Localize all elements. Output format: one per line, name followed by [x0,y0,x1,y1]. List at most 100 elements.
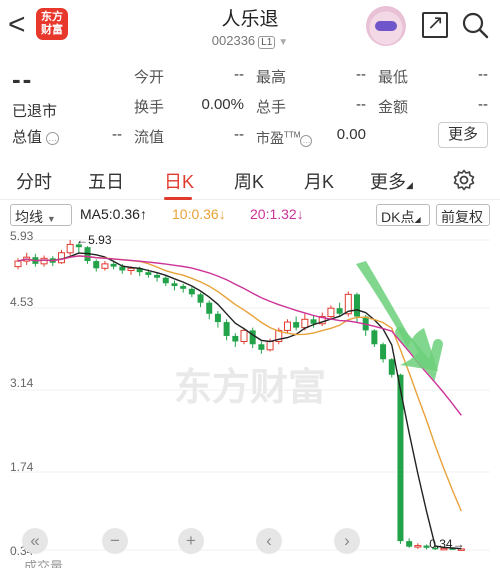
candle-body [380,344,387,360]
volume-label: 总手 [256,99,287,116]
search-icon[interactable] [460,10,490,40]
candle-body [293,322,300,328]
ma10-value: 10:0.36↓ [172,206,226,222]
candle-body [414,545,422,548]
float-value-label: 流值 [134,129,165,146]
ma10-text: 10:0.36 [172,206,219,222]
caret-icon: ◢ [406,180,413,190]
volume-label: 成交量 [24,560,64,568]
candle-body [232,335,239,342]
low-value: -- [478,66,488,83]
candle-body [127,267,135,272]
total-value-label: 总值 … [12,126,60,147]
period-tabs: 分时 五日 日K 周K 月K 更多◢ [0,160,500,200]
candle-body [406,541,413,547]
share-icon[interactable] [422,10,448,38]
zoom-in-button[interactable]: + [178,528,204,554]
rewind-button[interactable]: « [22,528,48,554]
pe-label-text: 市盈 [256,130,284,146]
pe-value: 0.00 [336,126,366,143]
candle-body [327,307,335,318]
tab-intraday[interactable]: 分时 [16,168,52,194]
candle-body [310,319,317,324]
volume-header: 成交量 [0,560,500,568]
tab-five-day[interactable]: 五日 [88,168,124,194]
next-button[interactable]: › [334,528,360,554]
info-icon[interactable]: … [46,131,60,145]
tab-weekly-k[interactable]: 周K [234,168,264,194]
open-label: 今开 [134,69,165,86]
candle-body [110,263,117,267]
tab-more-label: 更多 [370,172,406,192]
candle-body [197,294,204,303]
tab-more[interactable]: 更多◢ [370,168,413,194]
dk-select[interactable]: DK点◢ [376,204,430,226]
info-icon[interactable]: … [300,135,313,147]
candle-body [145,272,152,275]
ma20-text: 20:1.32 [250,206,297,222]
candle-body [336,308,343,314]
assistant-avatar-icon[interactable] [366,6,406,46]
chevron-down-icon: ▼ [278,37,289,48]
candle-body [214,313,221,323]
candle-body [180,286,187,289]
candle-body [371,330,378,345]
total-value: -- [112,126,122,143]
ma-select-label: 均线 [15,209,43,225]
candle-body [266,340,274,351]
current-price: -- [12,64,34,94]
amount-label: 金额 [378,99,409,116]
amount-value: -- [478,96,488,113]
pe-ttm-sup: TTM [284,130,301,140]
candle-body [188,288,195,295]
candle-body [206,302,213,314]
candle-body [388,359,395,375]
indicator-bar: 均线 ▼ MA5:0.36↑ 10:0.36↓ 20:1.32↓ DK点◢ 前复… [0,202,500,228]
dropdown-icon: ▼ [46,214,56,224]
top-bar: < 东方 财富 人乐退 002336 L1 ▼ [0,0,500,56]
total-value-text: 总值 [12,129,43,146]
float-value: -- [234,126,244,143]
candle-body [171,283,178,287]
y-tick-label: 4.53 [10,295,34,309]
kline-svg: 东方财富 ←5.93 0.34→ [10,233,490,551]
low-label: 0.34→ [429,537,464,551]
candle-body [154,274,161,278]
ma20-value: 20:1.32↓ [250,206,304,222]
candle-body [223,322,230,336]
zoom-out-button[interactable]: − [102,528,128,554]
active-tab-underline [164,197,192,200]
tab-daily-k[interactable]: 日K [164,168,194,194]
y-tick-label: 3.14 [10,376,34,390]
level-badge: L1 [258,36,276,49]
watermark: 东方财富 [174,366,326,409]
dk-select-label: DK点 [381,209,415,225]
candle-body [240,329,248,342]
ma5-text: MA5:0.36 [80,206,140,222]
stock-code: 002336 [211,33,256,48]
delisted-status: 已退市 [12,103,58,120]
prev-button[interactable]: ‹ [256,528,282,554]
tab-monthly-k[interactable]: 月K [304,168,334,194]
ma5-value: MA5:0.36↑ [80,206,147,222]
kline-chart[interactable]: 东方财富 ←5.93 0.34→ 5.93 4.53 3.14 1.74 0.34 [0,228,500,568]
turnover-value: 0.00% [201,96,244,113]
high-value: -- [356,66,366,83]
adjust-select[interactable]: 前复权 [436,204,490,226]
turnover-label: 换手 [134,99,165,116]
gear-icon[interactable] [452,168,476,192]
candle-body [40,257,48,265]
high-label: 最高 [256,69,287,86]
open-value: -- [234,66,244,83]
candle-body [66,243,74,254]
candle-body [101,263,109,269]
candle-body [301,318,309,329]
candle-body [14,260,22,268]
quote-panel: -- 已退市 总值 … -- 今开 -- 最高 -- 最低 -- 换手 0.00… [0,60,500,150]
candle-body [283,321,291,331]
candle-body [162,277,169,284]
ma-select[interactable]: 均线 ▼ [10,204,72,226]
pe-label: 市盈TTM… [256,128,313,148]
caret-icon: ◢ [414,215,421,224]
more-button[interactable]: 更多 [438,122,488,148]
